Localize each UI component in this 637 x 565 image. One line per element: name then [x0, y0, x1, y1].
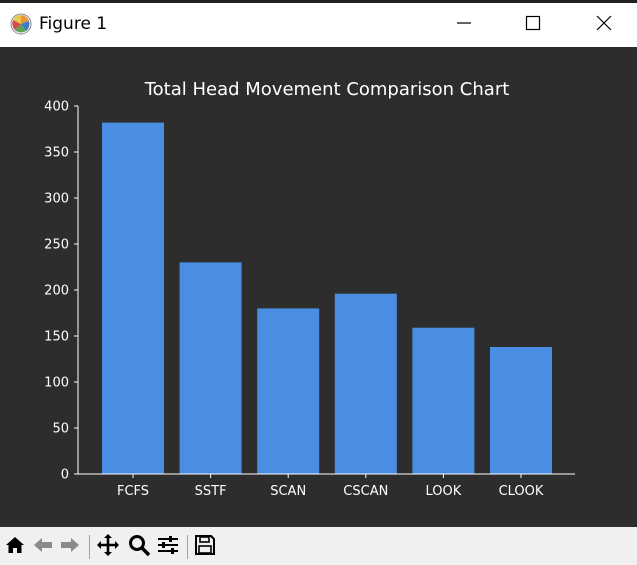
y-tick-label: 200 — [44, 284, 69, 299]
toolbar-separator — [187, 535, 188, 559]
x-tick-label: CSCAN — [343, 484, 388, 499]
save-icon — [194, 534, 216, 560]
x-tick-label: LOOK — [426, 484, 462, 499]
maximize-button[interactable] — [510, 3, 556, 47]
navigation-toolbar — [0, 527, 637, 565]
bars-group — [102, 122, 552, 474]
figure-window: Figure 1 Total Head Movement Comparison … — [0, 0, 637, 565]
bar-cscan — [334, 293, 397, 474]
toolbar-separator — [89, 535, 90, 559]
x-tick-label: CLOOK — [499, 484, 544, 499]
x-tick-label: SCAN — [270, 484, 306, 499]
y-tick-label: 100 — [44, 376, 69, 391]
minimize-button[interactable] — [441, 3, 487, 47]
y-tick-label: 50 — [52, 422, 69, 437]
x-tick-label: FCFS — [117, 484, 149, 499]
bar-sstf — [179, 262, 242, 474]
maximize-icon — [525, 15, 541, 35]
bar-fcfs — [102, 122, 164, 474]
forward-arrow-icon — [59, 534, 81, 560]
pan-icon — [96, 533, 120, 561]
home-icon — [4, 534, 26, 560]
back-button[interactable] — [31, 535, 55, 559]
y-tick-label: 400 — [44, 100, 69, 115]
y-tick-label: 0 — [61, 468, 69, 483]
close-button[interactable] — [581, 3, 627, 47]
y-tick-label: 350 — [44, 146, 69, 161]
minimize-icon — [456, 15, 472, 35]
title-bar[interactable]: Figure 1 — [0, 3, 637, 47]
matplotlib-logo-icon — [10, 13, 32, 35]
y-tick-label: 250 — [44, 238, 69, 253]
bar-look — [412, 327, 475, 474]
bar-clook — [490, 347, 552, 474]
y-tick-label: 300 — [44, 192, 69, 207]
configure-subplots-button[interactable] — [156, 535, 180, 559]
zoom-button[interactable] — [127, 535, 151, 559]
configure-subplots-icon — [156, 533, 180, 561]
bar-chart: Total Head Movement Comparison Chart FCF… — [44, 79, 575, 499]
x-tick-label: SSTF — [195, 484, 227, 499]
save-button[interactable] — [193, 535, 217, 559]
zoom-icon — [127, 533, 151, 561]
figure-canvas[interactable]: Total Head Movement Comparison Chart FCF… — [0, 47, 637, 527]
chart-title: Total Head Movement Comparison Chart — [144, 79, 510, 100]
bar-scan — [257, 308, 320, 474]
y-tick-label: 150 — [44, 330, 69, 345]
back-arrow-icon — [32, 534, 54, 560]
window-title: Figure 1 — [39, 14, 108, 34]
close-icon — [596, 15, 612, 35]
pan-button[interactable] — [96, 533, 120, 561]
home-button[interactable] — [3, 535, 27, 559]
forward-button[interactable] — [58, 535, 82, 559]
